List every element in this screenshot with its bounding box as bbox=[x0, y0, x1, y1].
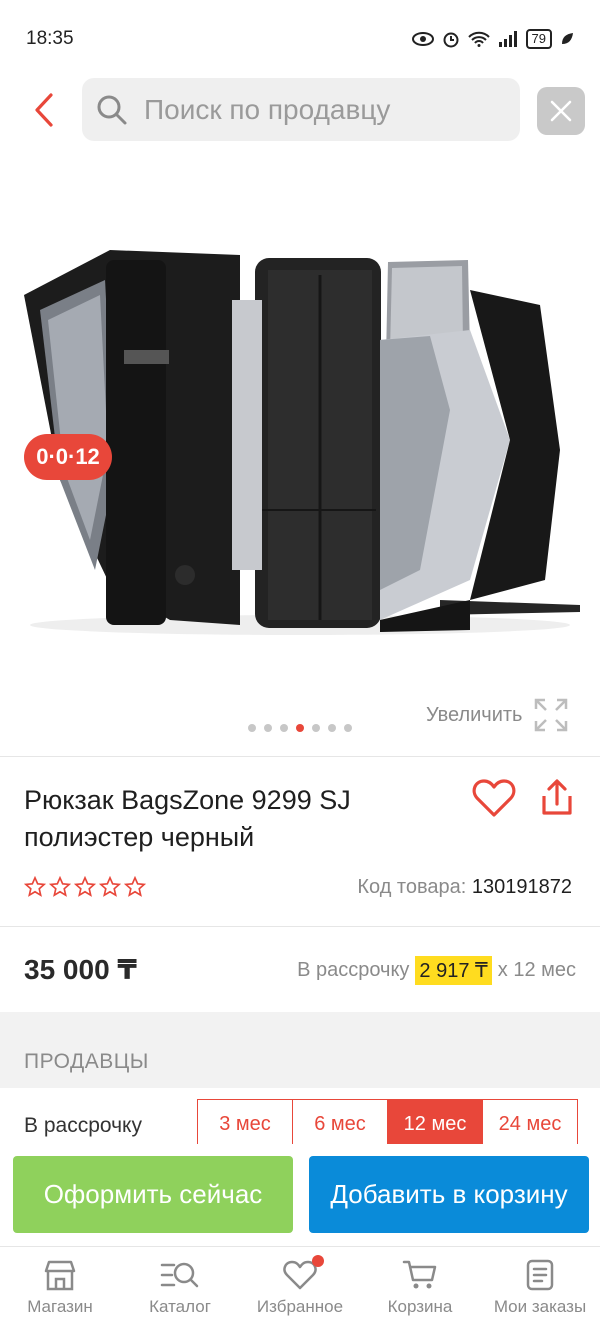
product-title: Рюкзак BagsZone 9299 SJ полиэстер черный bbox=[24, 785, 351, 852]
installment-label: В рассрочку bbox=[297, 959, 410, 981]
timer-badge: 0·0·12 bbox=[24, 434, 112, 480]
sellers-installment-label: В рассрочку bbox=[24, 1114, 142, 1137]
clear-search-button[interactable] bbox=[537, 87, 585, 135]
bottom-nav: Магазин Каталог Избранное Корзина Мои за… bbox=[0, 1246, 600, 1326]
back-button[interactable] bbox=[26, 90, 62, 130]
notification-badge bbox=[312, 1255, 324, 1267]
sellers-heading: ПРОДАВЦЫ bbox=[24, 1050, 149, 1073]
nav-item-store[interactable]: Магазин bbox=[0, 1247, 120, 1326]
wifi-icon bbox=[467, 31, 490, 47]
store-icon bbox=[44, 1260, 76, 1291]
nav-item-orders[interactable]: Мои заказы bbox=[480, 1247, 600, 1326]
divider bbox=[0, 926, 600, 927]
star-icon bbox=[124, 876, 146, 897]
sku-label: Код товара: bbox=[357, 876, 467, 898]
catalog-search-icon bbox=[160, 1262, 199, 1288]
term-option[interactable]: 12 мес bbox=[388, 1100, 483, 1149]
leaf-icon bbox=[562, 33, 573, 44]
nav-item-cart[interactable]: Корзина bbox=[360, 1247, 480, 1326]
status-icons: 79 bbox=[411, 29, 574, 49]
nav-label-catalog: Каталог bbox=[149, 1297, 211, 1316]
battery-indicator: 79 bbox=[525, 29, 552, 49]
gallery-pagination bbox=[248, 724, 352, 732]
product-image[interactable] bbox=[0, 150, 600, 690]
gallery-dot[interactable] bbox=[280, 724, 288, 732]
nav-item-favorites[interactable]: Избранное bbox=[240, 1247, 360, 1326]
signal-icon bbox=[498, 31, 517, 47]
star-icon bbox=[74, 876, 96, 897]
installment-term-selector: 3 мес 6 мес 12 мес 24 мес bbox=[197, 1099, 578, 1149]
nav-label-favorites: Избранное bbox=[256, 1297, 344, 1316]
close-icon bbox=[550, 100, 572, 122]
term-option[interactable]: 6 мес bbox=[293, 1100, 388, 1149]
installment-amount: 2 917 ₸ bbox=[415, 956, 492, 985]
status-time: 18:35 bbox=[26, 28, 74, 49]
alarm-icon bbox=[443, 32, 459, 48]
search-input[interactable] bbox=[144, 93, 504, 126]
gallery-dot[interactable] bbox=[328, 724, 336, 732]
action-bar: Оформить сейчас Добавить в корзину bbox=[0, 1144, 600, 1244]
rating-stars[interactable] bbox=[24, 876, 146, 898]
term-option[interactable]: 24 мес bbox=[483, 1100, 577, 1149]
star-icon bbox=[99, 876, 121, 897]
heart-icon bbox=[472, 779, 516, 817]
search-icon bbox=[97, 95, 127, 124]
chevron-left-icon bbox=[35, 93, 53, 127]
nav-label-cart: Корзина bbox=[387, 1297, 453, 1316]
zoom-label: Увеличить bbox=[426, 703, 523, 726]
nav-item-catalog[interactable]: Каталог bbox=[120, 1247, 240, 1326]
add-to-cart-button[interactable]: Добавить в корзину bbox=[309, 1156, 589, 1233]
gallery-dot[interactable] bbox=[312, 724, 320, 732]
nav-label-orders: Мои заказы bbox=[493, 1297, 587, 1316]
expand-icon bbox=[535, 698, 568, 732]
gallery-dot[interactable] bbox=[248, 724, 256, 732]
zoom-button[interactable]: Увеличить bbox=[426, 698, 568, 732]
search-row bbox=[0, 78, 600, 142]
sku-value: 130191872 bbox=[471, 876, 572, 898]
gallery-dot[interactable] bbox=[344, 724, 352, 732]
gallery-dot[interactable] bbox=[264, 724, 272, 732]
orders-icon bbox=[526, 1259, 554, 1291]
search-box[interactable] bbox=[82, 78, 520, 141]
product-gallery[interactable]: 0·0·12 Увеличить bbox=[0, 150, 600, 755]
status-bar: 18:35 79 bbox=[0, 0, 600, 78]
eye-icon bbox=[411, 32, 434, 46]
installment-term: х 12 мес bbox=[497, 959, 576, 981]
star-icon bbox=[49, 876, 71, 897]
product-sku: Код товара: 130191872 bbox=[357, 876, 572, 899]
cart-icon bbox=[402, 1260, 437, 1289]
buy-now-button[interactable]: Оформить сейчас bbox=[13, 1156, 293, 1233]
nav-label-store: Магазин bbox=[27, 1297, 93, 1316]
share-icon bbox=[542, 779, 572, 815]
star-icon bbox=[24, 876, 46, 897]
term-option[interactable]: 3 мес bbox=[198, 1100, 293, 1149]
installment-info: В рассрочку 2 917 ₸ х 12 мес bbox=[297, 956, 576, 985]
gallery-dot[interactable] bbox=[296, 724, 304, 732]
share-button[interactable] bbox=[538, 778, 578, 820]
favorite-button[interactable] bbox=[472, 778, 518, 820]
divider bbox=[0, 756, 600, 757]
product-price: 35 000 ₸ bbox=[24, 954, 137, 985]
